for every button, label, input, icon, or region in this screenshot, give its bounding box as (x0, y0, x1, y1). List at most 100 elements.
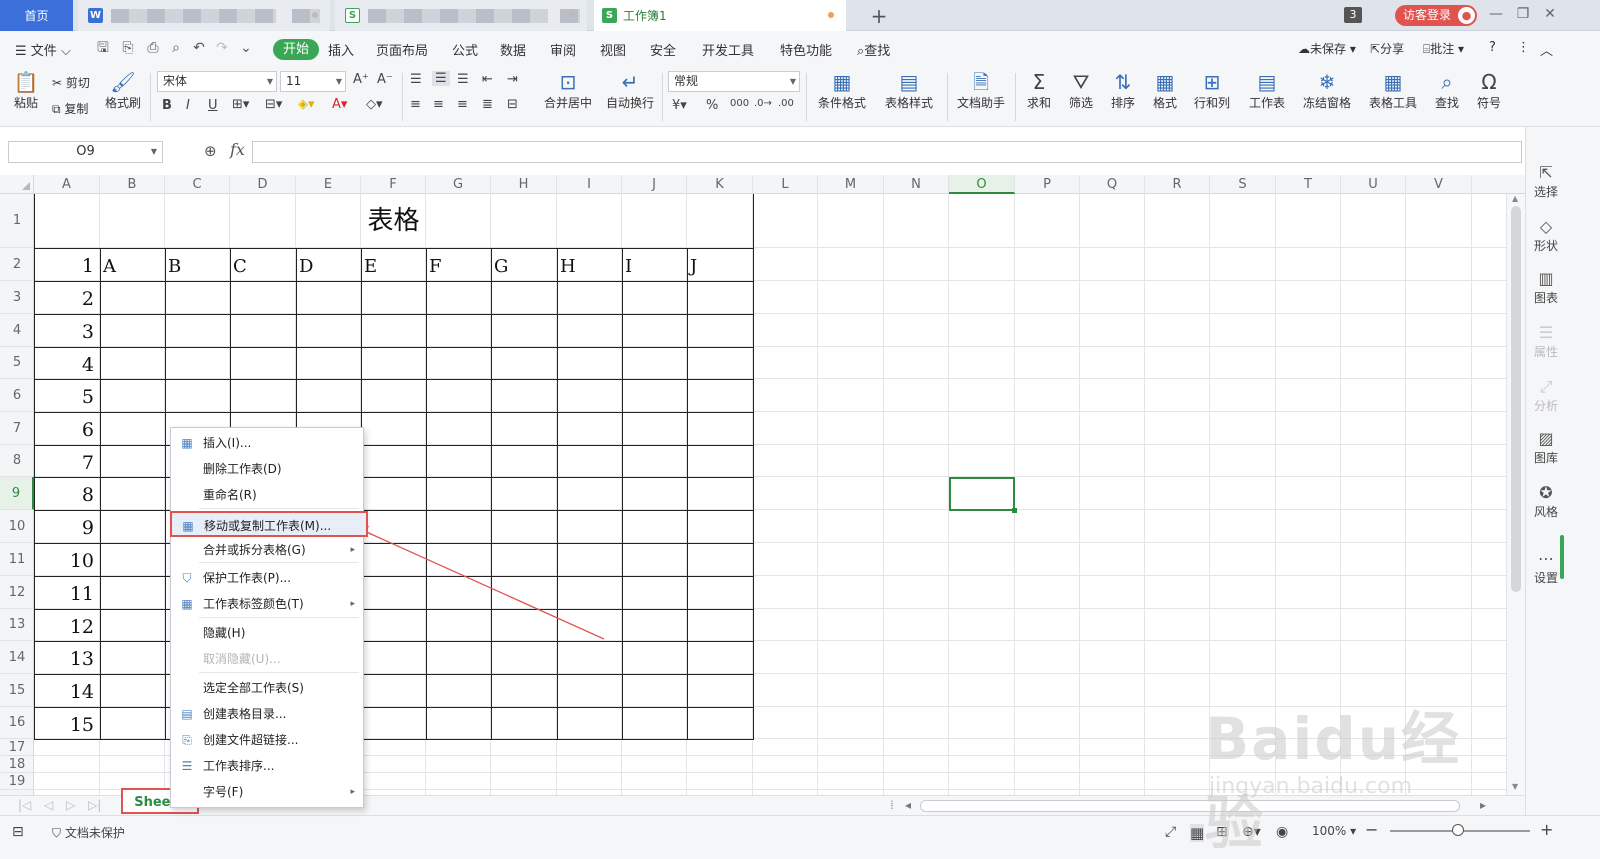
decrease-decimal-icon[interactable]: .00 (778, 98, 794, 109)
column-header-G[interactable]: G (426, 175, 491, 194)
zoom-formula-icon[interactable]: ⊕ (204, 142, 217, 160)
next-sheet-icon[interactable]: ▷ (66, 798, 75, 812)
page-layout-icon[interactable]: ⊕▾ (1242, 824, 1261, 840)
distribute-icon[interactable]: ⊟ (507, 97, 518, 112)
worksheet-button[interactable]: ▤ 工作表 (1242, 70, 1292, 111)
menu-item-14[interactable]: 字号(F) ▸ (171, 779, 363, 805)
cell-number[interactable]: 11 (34, 580, 98, 609)
cell-letter[interactable]: B (165, 252, 181, 281)
column-header-M[interactable]: M (818, 175, 884, 194)
column-header-P[interactable]: P (1015, 175, 1080, 194)
percent-icon[interactable]: % (706, 98, 718, 113)
fill-color-icon[interactable]: ◈▾ (298, 97, 315, 112)
column-header-S[interactable]: S (1210, 175, 1276, 194)
print-icon[interactable]: ⎙ (145, 40, 161, 56)
cell-number[interactable]: 5 (34, 383, 98, 412)
zoom-level[interactable]: 100% ▾ (1312, 824, 1356, 838)
column-header-E[interactable]: E (296, 175, 361, 194)
column-header-A[interactable]: A (34, 175, 100, 194)
scroll-down-icon[interactable]: ▼ (1512, 782, 1518, 791)
shape-tool[interactable]: ◇ 形状 (1526, 217, 1566, 254)
cell-number[interactable]: 12 (34, 613, 98, 641)
redo-icon[interactable]: ↷ (214, 40, 230, 56)
split-handle-icon[interactable]: ⁞ (890, 798, 894, 812)
menu-item-4[interactable]: ▦ 移动或复制工作表(M)... (170, 511, 368, 537)
menu-item-8[interactable]: 隐藏(H) (171, 620, 363, 646)
column-header-D[interactable]: D (230, 175, 296, 194)
freeze-button[interactable]: ❄ 冻结窗格 (1296, 70, 1358, 111)
zoom-out-icon[interactable]: − (1365, 820, 1378, 839)
table-tools-button[interactable]: ▦ 表格工具 (1362, 70, 1424, 111)
underline-icon[interactable]: U (208, 98, 218, 113)
guest-login-button[interactable]: 访客登录 ● (1395, 5, 1477, 26)
row-header-15[interactable]: 15 (0, 674, 34, 707)
fx-icon[interactable]: fx (230, 140, 245, 159)
column-header-F[interactable]: F (361, 175, 426, 194)
row-header-19[interactable]: 19 (0, 773, 34, 790)
tab-security[interactable]: 安全 (650, 40, 676, 59)
border-icon[interactable]: ⊞▾ (232, 97, 249, 112)
eye-protect-icon[interactable]: ◉ (1276, 824, 1288, 840)
column-header-U[interactable]: U (1341, 175, 1406, 194)
gallery-tool[interactable]: ▨ 图库 (1526, 429, 1566, 466)
cond-format-button[interactable]: ▦ 条件格式 (812, 70, 872, 111)
row-col-button[interactable]: ⊞ 行和列 (1188, 70, 1236, 111)
last-sheet-icon[interactable]: ▷| (88, 798, 101, 812)
tab-insert[interactable]: 插入 (328, 40, 354, 59)
zoom-in-icon[interactable]: + (1540, 820, 1553, 839)
restore-icon[interactable]: ❐ (1514, 6, 1532, 22)
cell-letter[interactable]: F (426, 252, 442, 281)
scroll-up-icon[interactable]: ▲ (1512, 194, 1518, 203)
align-right-icon[interactable]: ≡ (457, 97, 468, 112)
eraser-icon[interactable]: ◇▾ (366, 97, 383, 112)
sort-button[interactable]: ⇅ 排序 (1104, 70, 1142, 111)
column-header-I[interactable]: I (557, 175, 622, 194)
tab-document-1[interactable]: W (78, 0, 330, 31)
cell-number[interactable]: 10 (34, 547, 98, 576)
cell-number[interactable]: 9 (34, 514, 98, 543)
cell-style-icon[interactable]: ⊟▾ (265, 97, 282, 112)
column-header-N[interactable]: N (884, 175, 949, 194)
column-header-J[interactable]: J (622, 175, 687, 194)
undo-icon[interactable]: ↶ (191, 40, 207, 56)
normal-view-icon[interactable]: ▦ (1190, 824, 1205, 842)
scroll-right-icon[interactable]: ▸ (1480, 798, 1486, 812)
vertical-scroll-thumb[interactable] (1511, 206, 1521, 592)
column-header-R[interactable]: R (1145, 175, 1210, 194)
tab-document-2[interactable]: S (335, 0, 587, 31)
print-preview-icon[interactable]: ⌕ (168, 40, 184, 56)
column-header-V[interactable]: V (1406, 175, 1472, 194)
menu-item-6[interactable]: ⛉ 保护工作表(P)... (171, 565, 363, 591)
column-header-L[interactable]: L (753, 175, 818, 194)
row-header-1[interactable]: 1 (0, 194, 34, 248)
font-name-select[interactable]: 宋体 ▼ (157, 71, 277, 92)
align-middle-icon[interactable]: ☰ (432, 71, 450, 86)
close-icon[interactable]: ✕ (1541, 6, 1559, 22)
cell-number[interactable]: 3 (34, 318, 98, 347)
fullscreen-icon[interactable]: ⤢ (1165, 824, 1176, 840)
column-header-K[interactable]: K (687, 175, 753, 194)
font-size-select[interactable]: 11 ▼ (280, 71, 346, 92)
font-color-icon[interactable]: A▾ (332, 97, 347, 112)
analysis-tool[interactable]: ⤢ 分析 (1526, 377, 1566, 414)
tab-developer[interactable]: 开发工具 (702, 40, 754, 59)
select-tool[interactable]: ⇱ 选择 (1526, 163, 1566, 200)
cell-number[interactable]: 14 (34, 678, 98, 707)
cell-letter[interactable]: I (622, 252, 632, 281)
column-header-O[interactable]: O (949, 175, 1015, 194)
cell-letter[interactable]: E (361, 252, 377, 281)
cell-number[interactable]: 13 (34, 645, 98, 674)
style-tool[interactable]: ✪ 风格 (1526, 483, 1566, 520)
tab-special[interactable]: 特色功能 (780, 40, 832, 59)
unsaved-status[interactable]: ☁未保存 ▾ (1298, 40, 1356, 57)
menu-item-7[interactable]: ▦ 工作表标签颜色(T) ▸ (171, 591, 363, 617)
collapse-ribbon-icon[interactable]: ︿ (1540, 40, 1553, 59)
cell-letter[interactable]: H (557, 252, 576, 281)
row-header-18[interactable]: 18 (0, 756, 34, 773)
tab-workbook1[interactable]: S 工作簿1 (594, 0, 846, 31)
horizontal-scroll-thumb[interactable] (920, 800, 1460, 812)
tab-start[interactable]: 开始 (273, 39, 319, 60)
menu-item-2[interactable]: 删除工作表(D) (171, 456, 363, 482)
increase-decimal-icon[interactable]: .0→ (754, 98, 772, 109)
align-bottom-icon[interactable]: ☰ (457, 72, 469, 87)
